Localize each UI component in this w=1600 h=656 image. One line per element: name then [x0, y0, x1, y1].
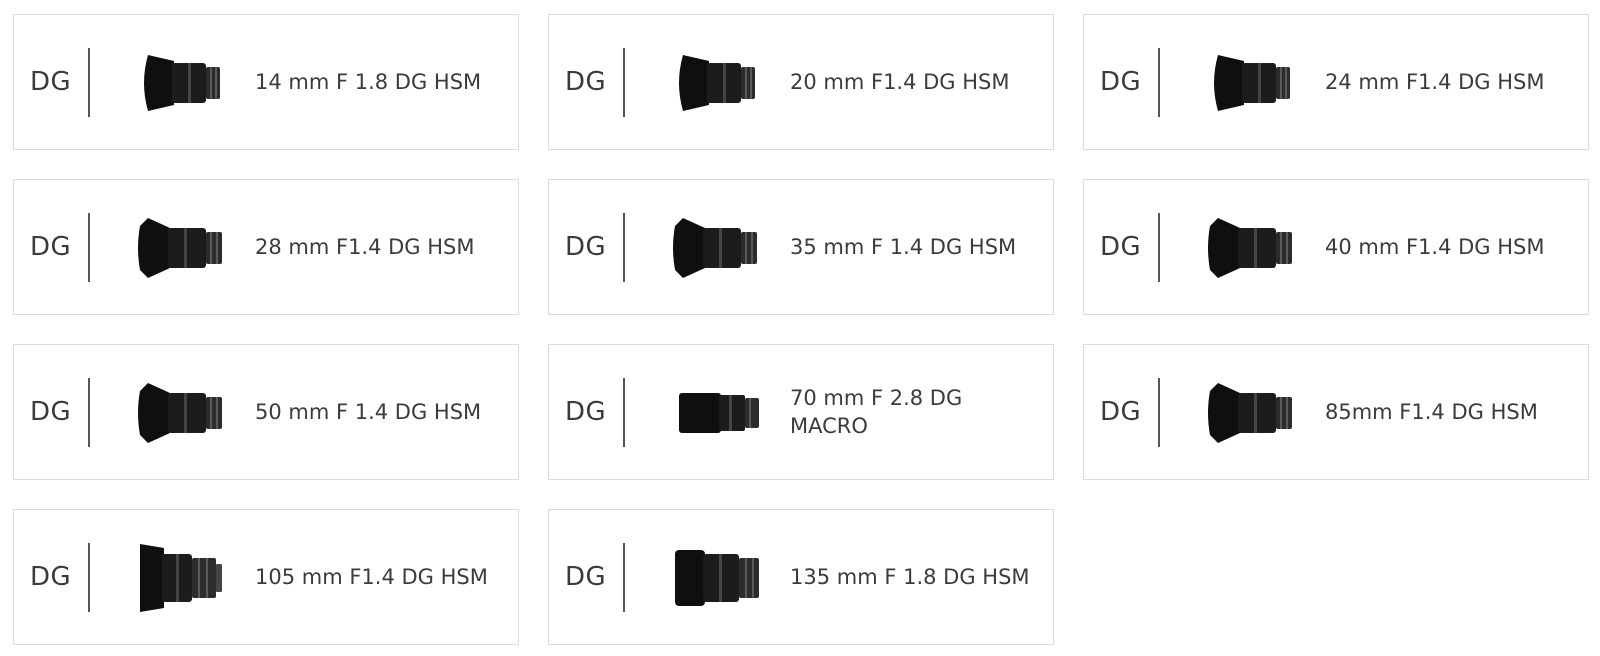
- lens-wide-hood-icon: [1196, 43, 1306, 123]
- product-card[interactable]: DG 50 mm F 1.4 DG HSM: [13, 344, 519, 480]
- lens-petal-hood-icon: [126, 373, 236, 453]
- product-card[interactable]: DG 70 mm F 2.8 DG MACRO: [548, 344, 1054, 480]
- dg-badge: DG: [1100, 397, 1142, 427]
- divider: [1158, 48, 1160, 117]
- lens-petal-hood-icon: [126, 208, 236, 288]
- product-card[interactable]: DG 14 mm F 1.8 DG HSM: [13, 14, 519, 150]
- lens-product-grid: DG 14 mm F 1.8 DG HSM DG 20 mm F1.4 DG HSM D…: [13, 14, 1589, 645]
- divider: [623, 378, 625, 447]
- divider: [88, 48, 90, 117]
- product-name: 28 mm F1.4 DG HSM: [255, 235, 475, 259]
- lens-petal-hood-icon: [1196, 208, 1306, 288]
- product-name: 35 mm F 1.4 DG HSM: [790, 235, 1017, 259]
- dg-badge: DG: [1100, 67, 1142, 97]
- dg-badge: DG: [30, 397, 72, 427]
- product-card[interactable]: DG 24 mm F1.4 DG HSM: [1083, 14, 1589, 150]
- product-name: 50 mm F 1.4 DG HSM: [255, 400, 482, 424]
- product-card[interactable]: DG 28 mm F1.4 DG HSM: [13, 179, 519, 315]
- product-name: 14 mm F 1.8 DG HSM: [255, 70, 482, 94]
- dg-badge: DG: [565, 67, 607, 97]
- product-name: 40 mm F1.4 DG HSM: [1325, 235, 1545, 259]
- lens-telephoto-icon: [661, 538, 771, 618]
- dg-badge: DG: [30, 232, 72, 262]
- product-card[interactable]: DG 85mm F1.4 DG HSM: [1083, 344, 1589, 480]
- divider: [88, 543, 90, 612]
- lens-macro-icon: [661, 373, 771, 453]
- lens-wide-hood-icon: [661, 43, 771, 123]
- divider: [623, 48, 625, 117]
- dg-badge: DG: [565, 562, 607, 592]
- divider: [623, 213, 625, 282]
- dg-badge: DG: [565, 397, 607, 427]
- divider: [88, 213, 90, 282]
- dg-badge: DG: [565, 232, 607, 262]
- divider: [1158, 213, 1160, 282]
- lens-telephoto-hood-icon: [126, 538, 236, 618]
- lens-petal-hood-icon: [661, 208, 771, 288]
- divider: [623, 543, 625, 612]
- dg-badge: DG: [30, 67, 72, 97]
- product-name: 85mm F1.4 DG HSM: [1325, 400, 1538, 424]
- dg-badge: DG: [30, 562, 72, 592]
- divider: [88, 378, 90, 447]
- product-card[interactable]: DG 105 mm F1.4 DG HSM: [13, 509, 519, 645]
- product-name: 135 mm F 1.8 DG HSM: [790, 565, 1030, 589]
- product-name: 20 mm F1.4 DG HSM: [790, 70, 1010, 94]
- product-card[interactable]: DG 135 mm F 1.8 DG HSM: [548, 509, 1054, 645]
- product-card[interactable]: DG 20 mm F1.4 DG HSM: [548, 14, 1054, 150]
- product-card[interactable]: DG 40 mm F1.4 DG HSM: [1083, 179, 1589, 315]
- lens-petal-hood-icon: [1196, 373, 1306, 453]
- divider: [1158, 378, 1160, 447]
- product-name: 70 mm F 2.8 DG MACRO: [790, 386, 963, 438]
- lens-wide-hood-icon: [126, 43, 236, 123]
- product-card[interactable]: DG 35 mm F 1.4 DG HSM: [548, 179, 1054, 315]
- product-name: 24 mm F1.4 DG HSM: [1325, 70, 1545, 94]
- product-name: 105 mm F1.4 DG HSM: [255, 565, 488, 589]
- dg-badge: DG: [1100, 232, 1142, 262]
